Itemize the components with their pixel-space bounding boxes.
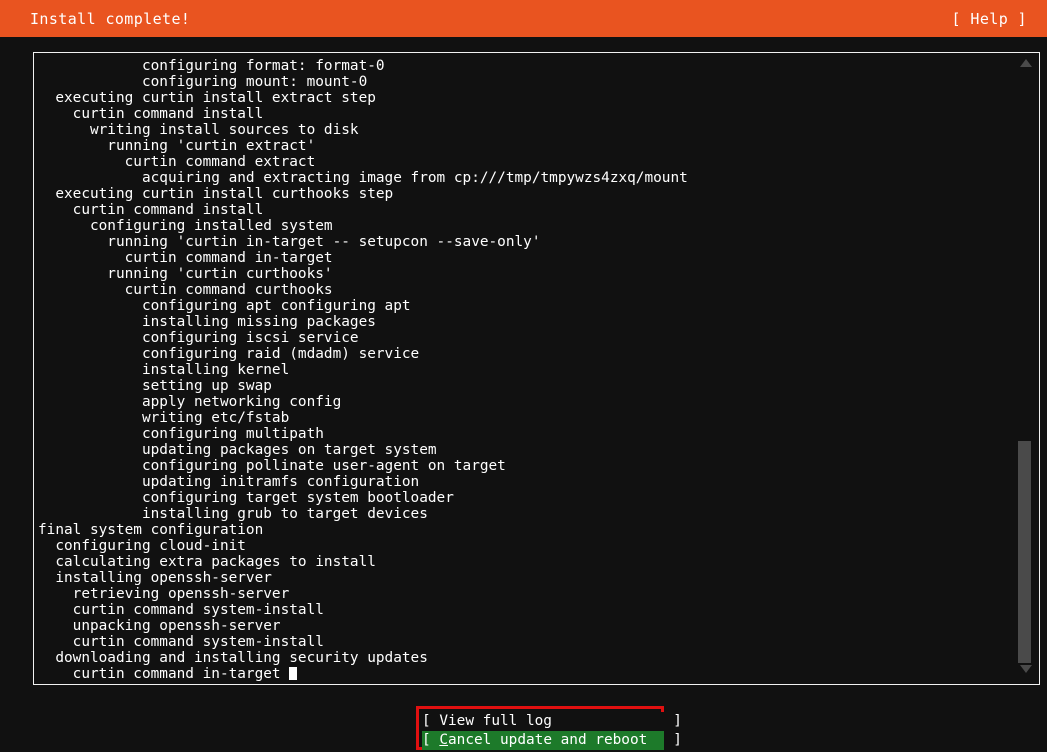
button-annotation-box: [ View full log ][ Cancel update and reb… (416, 706, 682, 750)
scroll-up-arrow-icon[interactable] (1020, 59, 1032, 67)
button-bracket-right: ] (673, 732, 682, 748)
button-bracket-right: ] (673, 713, 682, 729)
log-scrollbar[interactable] (1014, 52, 1040, 685)
log-line: curtin command extract (38, 154, 316, 170)
log-line: retrieving openssh-server (38, 586, 290, 602)
button-label: View full log (430, 713, 552, 729)
log-line: installing missing packages (38, 314, 376, 330)
terminal-cursor (289, 667, 298, 680)
scrollbar-thumb[interactable] (1018, 441, 1031, 663)
log-line: configuring installed system (38, 218, 333, 234)
log-line: configuring cloud-init (38, 538, 246, 554)
log-line: installing kernel (38, 362, 290, 378)
button-padding (647, 732, 673, 748)
log-line: running 'curtin extract' (38, 138, 316, 154)
log-line: updating initramfs configuration (38, 474, 420, 490)
log-line: configuring raid (mdadm) service (38, 346, 420, 362)
log-line: curtin command install (38, 106, 264, 122)
log-line: writing install sources to disk (38, 122, 359, 138)
log-line: installing openssh-server (38, 570, 272, 586)
log-line: curtin command in-target (38, 666, 688, 682)
log-line: configuring pollinate user-agent on targ… (38, 458, 506, 474)
header-bar: Install complete! [ Help ] (0, 0, 1047, 37)
cancel-update-and-reboot-button[interactable]: [ Cancel update and reboot ] (422, 731, 682, 750)
log-line: final system configuration (38, 522, 264, 538)
log-line-list: configuring format: format-0 configuring… (34, 53, 688, 682)
log-line: unpacking openssh-server (38, 618, 281, 634)
button-bracket-left: [ (422, 713, 431, 729)
scroll-down-arrow-icon[interactable] (1020, 665, 1032, 673)
log-line: calculating extra packages to install (38, 554, 376, 570)
button-group: [ View full log ][ Cancel update and reb… (422, 712, 682, 750)
log-line: setting up swap (38, 378, 272, 394)
log-line: curtin command curthooks (38, 282, 333, 298)
view-full-log-button[interactable]: [ View full log ] (422, 712, 682, 731)
log-line: configuring iscsi service (38, 330, 359, 346)
log-line: installing grub to target devices (38, 506, 428, 522)
page-title: Install complete! (30, 9, 191, 28)
log-line: configuring apt configuring apt (38, 298, 411, 314)
button-bracket-left: [ (422, 732, 431, 748)
log-line: configuring target system bootloader (38, 490, 454, 506)
log-line: curtin command install (38, 202, 264, 218)
log-line: configuring multipath (38, 426, 324, 442)
log-line: curtin command system-install (38, 602, 324, 618)
help-button[interactable]: [ Help ] (952, 10, 1035, 28)
log-line: running 'curtin in-target -- setupcon --… (38, 234, 541, 250)
log-line: executing curtin install extract step (38, 90, 376, 106)
log-line: configuring format: format-0 (38, 58, 385, 74)
log-line: executing curtin install curthooks step (38, 186, 394, 202)
log-line: apply networking config (38, 394, 342, 410)
button-padding (552, 713, 673, 729)
install-log-panel[interactable]: configuring format: format-0 configuring… (33, 52, 1014, 685)
button-label: Cancel update and reboot (439, 732, 648, 748)
log-line: configuring mount: mount-0 (38, 74, 368, 90)
log-line: running 'curtin curthooks' (38, 266, 333, 282)
log-line: acquiring and extracting image from cp:/… (38, 170, 688, 186)
log-line: curtin command in-target (38, 250, 333, 266)
log-line: updating packages on target system (38, 442, 437, 458)
button-hotkey: C (439, 732, 449, 748)
log-line: curtin command system-install (38, 634, 324, 650)
log-line: downloading and installing security upda… (38, 650, 428, 666)
log-line: writing etc/fstab (38, 410, 290, 426)
